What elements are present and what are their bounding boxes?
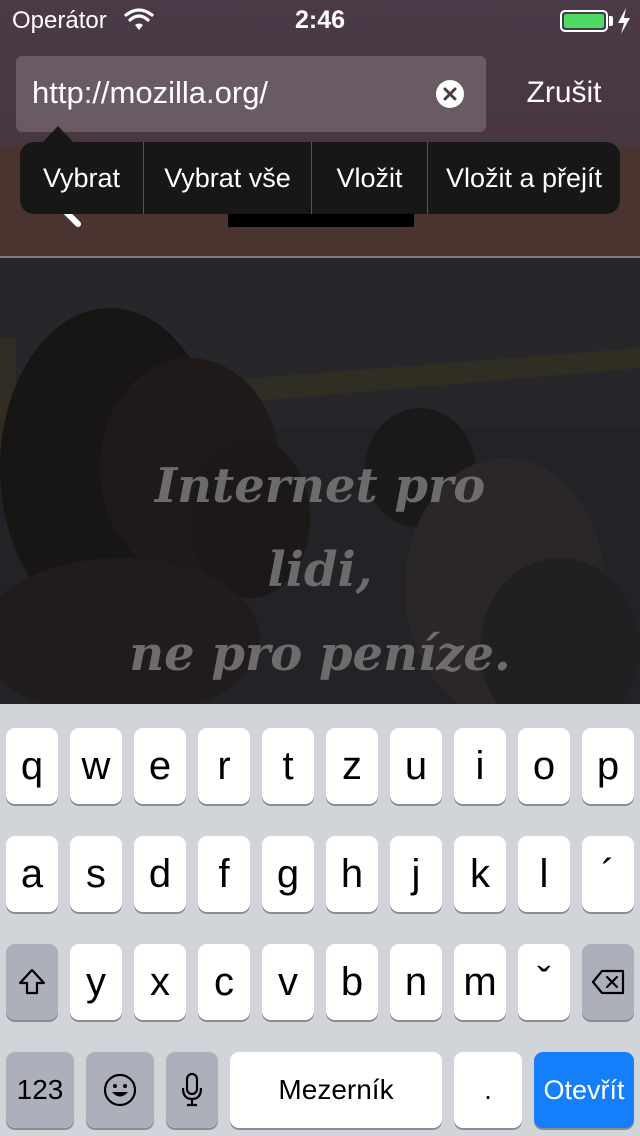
battery-level bbox=[564, 14, 604, 28]
microphone-icon bbox=[181, 1072, 203, 1107]
key-h[interactable]: h bbox=[326, 836, 378, 912]
key-i[interactable]: i bbox=[454, 728, 506, 804]
key-q[interactable]: q bbox=[6, 728, 58, 804]
key-l[interactable]: l bbox=[518, 836, 570, 912]
url-text[interactable]: http://mozilla.org/ bbox=[32, 75, 268, 111]
emoji-key[interactable] bbox=[86, 1052, 154, 1128]
key-z[interactable]: z bbox=[326, 728, 378, 804]
battery-icon bbox=[560, 10, 608, 32]
key-e[interactable]: e bbox=[134, 728, 186, 804]
hero-banner: Internet pro lidi, ne pro peníze. bbox=[0, 258, 640, 704]
key-j[interactable]: j bbox=[390, 836, 442, 912]
browser-toolbar: Operátor 2:46 http://mozilla.org/ Zrušit bbox=[0, 0, 640, 148]
emoji-icon bbox=[103, 1073, 137, 1107]
key-r[interactable]: r bbox=[198, 728, 250, 804]
key-b[interactable]: b bbox=[326, 944, 378, 1020]
clear-circle-icon[interactable] bbox=[436, 80, 464, 108]
key-g[interactable]: g bbox=[262, 836, 314, 912]
status-bar: Operátor 2:46 bbox=[0, 0, 640, 40]
key-v[interactable]: v bbox=[262, 944, 314, 1020]
edit-menu: Vybrat Vybrat vše Vložit Vložit a přejít bbox=[20, 142, 620, 214]
key-u[interactable]: u bbox=[390, 728, 442, 804]
key-y[interactable]: y bbox=[70, 944, 122, 1020]
charging-bolt-icon bbox=[618, 8, 630, 34]
clock: 2:46 bbox=[294, 6, 346, 34]
backspace-key[interactable] bbox=[582, 944, 634, 1020]
key-t[interactable]: t bbox=[262, 728, 314, 804]
key-s[interactable]: s bbox=[70, 836, 122, 912]
key-a[interactable]: a bbox=[6, 836, 58, 912]
hero-headline: Internet pro lidi, ne pro peníze. bbox=[0, 444, 640, 696]
dictation-key[interactable] bbox=[166, 1052, 218, 1128]
menu-item-paste[interactable]: Vložit bbox=[312, 142, 428, 214]
shift-key[interactable] bbox=[6, 944, 58, 1020]
key-d[interactable]: d bbox=[134, 836, 186, 912]
numbers-key[interactable]: 123 bbox=[6, 1052, 74, 1128]
period-key[interactable]: . bbox=[454, 1052, 522, 1128]
hero-line: Internet pro bbox=[154, 458, 486, 514]
space-key[interactable]: Mezerník bbox=[230, 1052, 442, 1128]
key-c[interactable]: c bbox=[198, 944, 250, 1020]
address-field[interactable]: http://mozilla.org/ bbox=[16, 56, 486, 132]
key-x[interactable]: x bbox=[134, 944, 186, 1020]
backspace-icon bbox=[591, 969, 625, 995]
menu-item-select[interactable]: Vybrat bbox=[20, 142, 144, 214]
edit-menu-arrow bbox=[42, 126, 74, 143]
battery-cap bbox=[609, 16, 613, 26]
key-n[interactable]: n bbox=[390, 944, 442, 1020]
hero-line: ne pro peníze. bbox=[129, 626, 511, 682]
key-p[interactable]: p bbox=[582, 728, 634, 804]
key-f[interactable]: f bbox=[198, 836, 250, 912]
keyboard: q w e r t z u i o p a s d f g h j k l ´ … bbox=[0, 704, 640, 1136]
cancel-button[interactable]: Zrušit bbox=[506, 76, 622, 110]
shift-icon bbox=[18, 968, 46, 995]
menu-item-paste-and-go[interactable]: Vložit a přejít bbox=[428, 142, 620, 214]
hero-line: lidi, bbox=[267, 542, 373, 598]
key-k[interactable]: k bbox=[454, 836, 506, 912]
key-acute[interactable]: ´ bbox=[582, 836, 634, 912]
key-w[interactable]: w bbox=[70, 728, 122, 804]
menu-item-select-all[interactable]: Vybrat vše bbox=[144, 142, 312, 214]
key-o[interactable]: o bbox=[518, 728, 570, 804]
open-key[interactable]: Otevřít bbox=[534, 1052, 634, 1128]
key-m[interactable]: m bbox=[454, 944, 506, 1020]
key-caron[interactable]: ˇ bbox=[518, 944, 570, 1020]
